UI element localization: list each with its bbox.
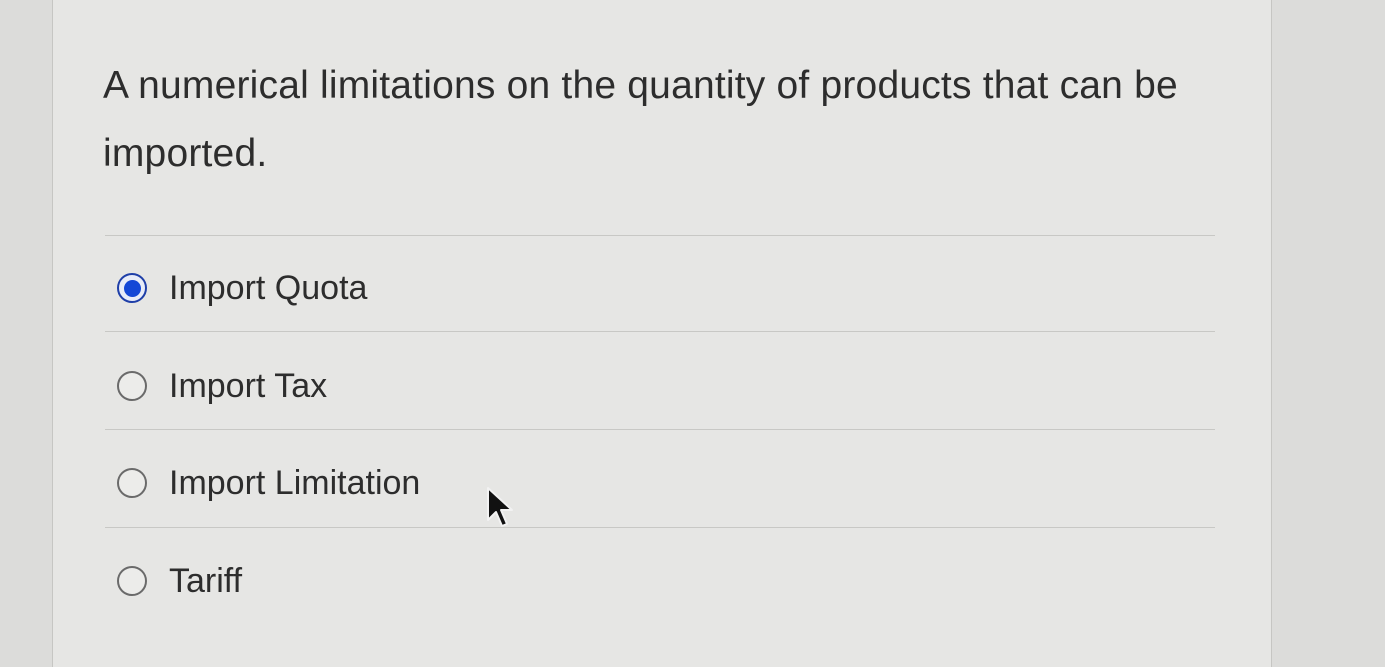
divider	[105, 235, 1215, 236]
radio-button[interactable]	[117, 566, 147, 596]
screen: A numerical limitations on the quantity …	[0, 0, 1385, 667]
divider	[105, 527, 1215, 528]
radio-dot-icon	[123, 279, 141, 297]
option-import-quota[interactable]: Import Quota	[117, 260, 1197, 316]
arrow-cursor-icon	[487, 487, 513, 527]
option-import-tax[interactable]: Import Tax	[117, 358, 1197, 414]
radio-button-selected[interactable]	[117, 273, 147, 303]
option-label: Import Tax	[169, 366, 328, 405]
option-tariff[interactable]: Tariff	[117, 553, 1197, 609]
divider	[105, 429, 1215, 430]
option-label: Import Quota	[169, 268, 368, 307]
question-text: A numerical limitations on the quantity …	[103, 64, 1178, 175]
radio-button[interactable]	[117, 468, 147, 498]
option-label: Import Limitation	[169, 463, 421, 502]
option-import-limitation[interactable]: Import Limitation	[117, 455, 1197, 511]
option-label: Tariff	[169, 561, 243, 600]
divider	[105, 331, 1215, 332]
question-panel: A numerical limitations on the quantity …	[52, 0, 1272, 667]
radio-button[interactable]	[117, 371, 147, 401]
